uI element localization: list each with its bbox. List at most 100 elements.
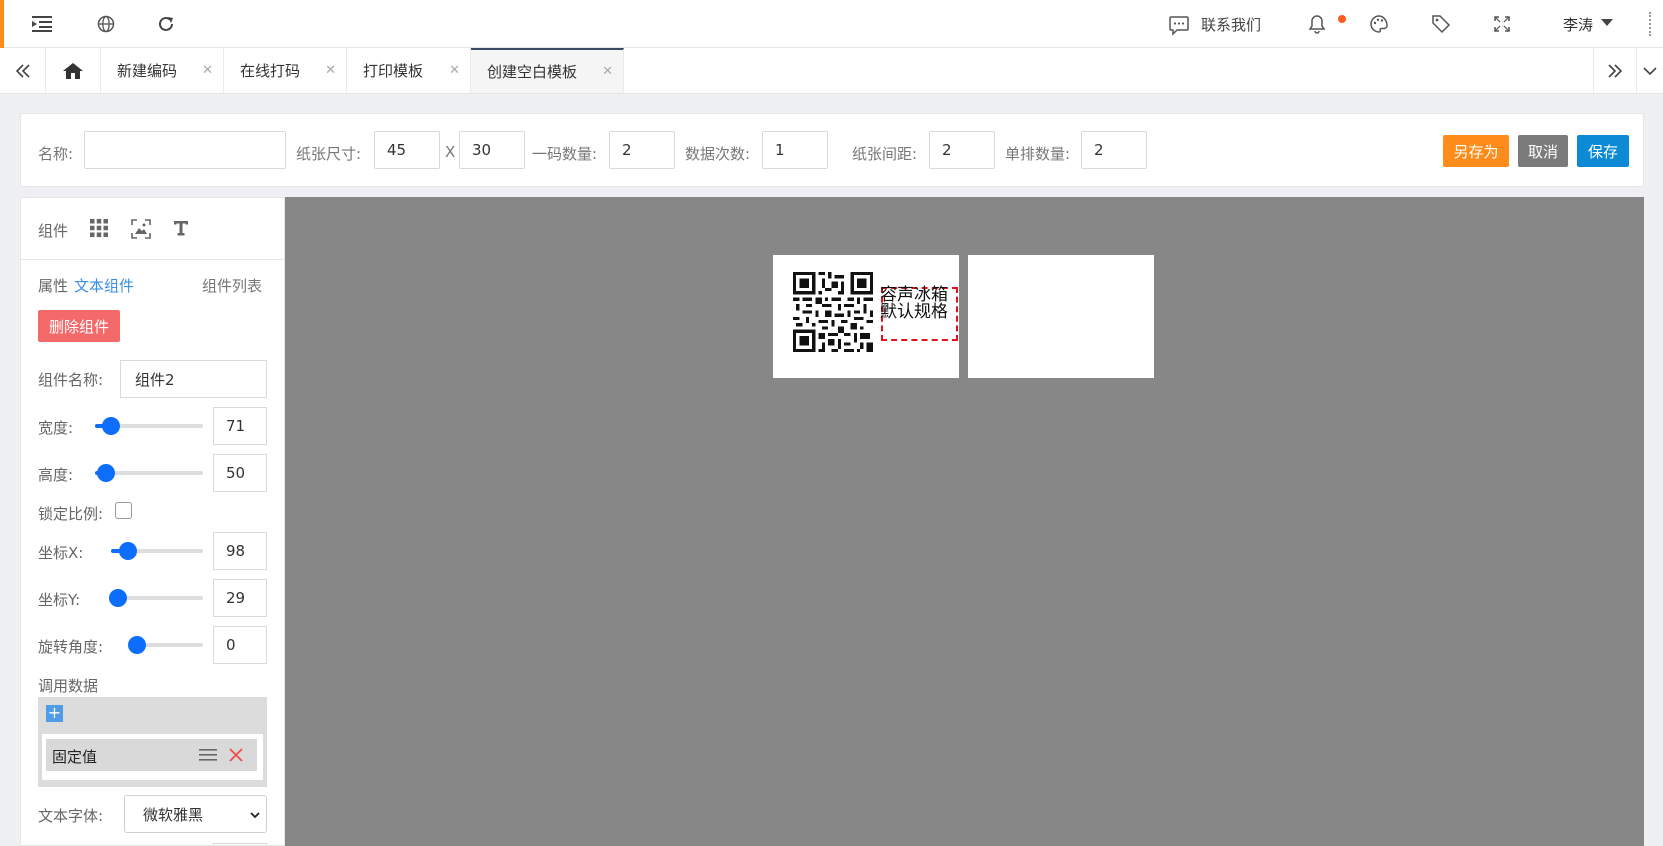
component-name-label: 组件名称: <box>38 371 104 389</box>
close-icon[interactable]: ✕ <box>449 63 460 78</box>
tab-online-print[interactable]: 在线打码 ✕ <box>224 48 347 93</box>
bell-icon[interactable] <box>1306 13 1328 35</box>
rotate-label: 旋转角度: <box>38 638 104 656</box>
image-icon[interactable] <box>130 218 152 240</box>
per-row-input[interactable]: 2 <box>1081 131 1147 169</box>
data-times-label: 数据次数: <box>685 145 751 163</box>
lock-ratio-label: 锁定比例: <box>38 505 104 523</box>
tab-label: 创建空白模板 <box>487 63 578 81</box>
tab-create-blank-template[interactable]: 创建空白模板 ✕ <box>471 48 624 93</box>
slider-knob[interactable] <box>128 636 146 654</box>
coord-y-slider[interactable] <box>109 589 203 607</box>
component-name-input[interactable]: 组件2 <box>120 360 267 398</box>
design-canvas: 容声冰箱 默认规格 <box>285 197 1644 846</box>
paper-height-input[interactable]: 30 <box>459 131 525 169</box>
width-label: 宽度: <box>38 419 74 437</box>
text-icon[interactable] <box>171 218 191 238</box>
coord-x-label: 坐标X: <box>38 544 84 562</box>
paper-gap-input[interactable]: 2 <box>929 131 995 169</box>
tab-bar: 新建编码 ✕ 在线打码 ✕ 打印模板 ✕ 创建空白模板 ✕ <box>0 48 1663 94</box>
components-label: 组件 <box>38 222 69 240</box>
width-slider[interactable] <box>95 417 203 435</box>
rotate-input[interactable]: 0 <box>213 626 267 664</box>
per-code-input[interactable]: 2 <box>609 131 675 169</box>
close-icon[interactable]: ✕ <box>602 64 613 79</box>
tag-icon[interactable] <box>1430 13 1452 35</box>
delete-component-button[interactable]: 删除组件 <box>38 310 120 342</box>
rotate-slider[interactable] <box>128 636 203 654</box>
coord-x-slider[interactable] <box>111 542 203 560</box>
size-separator: X <box>445 143 456 161</box>
coord-x-input[interactable]: 98 <box>213 532 267 570</box>
data-item-wrapper: 固定值 <box>42 734 263 780</box>
close-icon[interactable]: ✕ <box>325 63 336 78</box>
fullscreen-icon[interactable] <box>1491 13 1513 35</box>
per-row-label: 单排数量: <box>1005 145 1071 163</box>
more-dots[interactable] <box>1649 12 1651 36</box>
drag-handle-icon[interactable] <box>199 747 217 763</box>
tab-new-code[interactable]: 新建编码 ✕ <box>101 48 224 93</box>
slider-knob[interactable] <box>102 417 120 435</box>
top-bar: 联系我们 李涛 <box>0 0 1663 48</box>
lock-ratio-checkbox[interactable] <box>115 502 132 519</box>
text-line: 默认规格 <box>880 302 948 322</box>
label-preview-2[interactable] <box>968 255 1154 378</box>
notification-dot <box>1338 15 1346 23</box>
per-code-label: 一码数量: <box>532 145 598 163</box>
chevron-down-icon[interactable] <box>1636 48 1663 93</box>
save-button[interactable]: 保存 <box>1577 135 1629 167</box>
paper-gap-label: 纸张间距: <box>852 145 918 163</box>
label-preview-1[interactable]: 容声冰箱 默认规格 <box>773 255 959 378</box>
accent-strip <box>0 0 4 48</box>
height-label: 高度: <box>38 466 74 484</box>
save-as-button[interactable]: 另存为 <box>1443 135 1509 167</box>
slider-knob[interactable] <box>109 589 127 607</box>
chat-icon[interactable] <box>1167 13 1191 37</box>
properties-label: 属性 <box>38 277 69 295</box>
slider-knob[interactable] <box>119 542 137 560</box>
grid-icon[interactable] <box>89 218 109 238</box>
data-item-label: 固定值 <box>52 748 98 766</box>
width-input[interactable]: 71 <box>213 407 267 445</box>
name-label: 名称: <box>38 145 74 163</box>
cancel-button[interactable]: 取消 <box>1518 135 1568 167</box>
data-times-input[interactable]: 1 <box>762 131 828 169</box>
double-chevron-right-icon[interactable] <box>1593 48 1636 93</box>
globe-icon[interactable] <box>95 13 117 35</box>
palette-icon[interactable] <box>1368 13 1390 35</box>
data-source-label: 调用数据 <box>38 677 99 695</box>
home-icon[interactable] <box>46 48 101 93</box>
text-font-value: 微软雅黑 <box>143 805 204 824</box>
contact-us-link[interactable]: 联系我们 <box>1201 14 1261 35</box>
text-font-select[interactable]: 微软雅黑 <box>124 795 267 833</box>
add-icon[interactable]: + <box>46 705 63 722</box>
menu-icon[interactable] <box>30 12 54 36</box>
data-source-panel: + 固定值 <box>38 697 267 787</box>
tab-print-template[interactable]: 打印模板 ✕ <box>347 48 471 93</box>
chevron-down-icon <box>249 810 261 820</box>
slider-knob[interactable] <box>97 464 115 482</box>
text-font-label: 文本字体: <box>38 807 104 825</box>
close-icon[interactable]: ✕ <box>202 63 213 78</box>
caret-down-icon[interactable] <box>1600 16 1614 30</box>
template-settings-toolbar: 名称: 纸张尺寸: 45 X 30 一码数量: 2 数据次数: 1 纸张间距: … <box>20 113 1644 187</box>
component-list-link[interactable]: 组件列表 <box>202 275 262 296</box>
paper-size-label: 纸张尺寸: <box>296 145 362 163</box>
text-component[interactable]: 容声冰箱 默认规格 <box>880 287 948 321</box>
coord-y-label: 坐标Y: <box>38 591 81 609</box>
height-slider[interactable] <box>95 464 203 482</box>
double-chevron-left-icon[interactable] <box>0 48 46 93</box>
qr-code-icon[interactable] <box>793 272 873 352</box>
height-input[interactable]: 50 <box>213 454 267 492</box>
user-name[interactable]: 李涛 <box>1563 14 1593 35</box>
tab-label: 在线打码 <box>240 62 301 80</box>
tab-label: 新建编码 <box>117 62 178 80</box>
coord-y-input[interactable]: 29 <box>213 579 267 617</box>
name-input[interactable] <box>84 131 286 169</box>
properties-sidebar: 组件 属性 文本组件 组件列表 删除组件 组件名称: 组件2 宽度: 71 高度… <box>20 197 285 846</box>
tab-label: 打印模板 <box>363 62 424 80</box>
data-item[interactable]: 固定值 <box>46 739 257 771</box>
remove-icon[interactable] <box>228 747 244 763</box>
paper-width-input[interactable]: 45 <box>374 131 440 169</box>
refresh-icon[interactable] <box>155 13 177 35</box>
